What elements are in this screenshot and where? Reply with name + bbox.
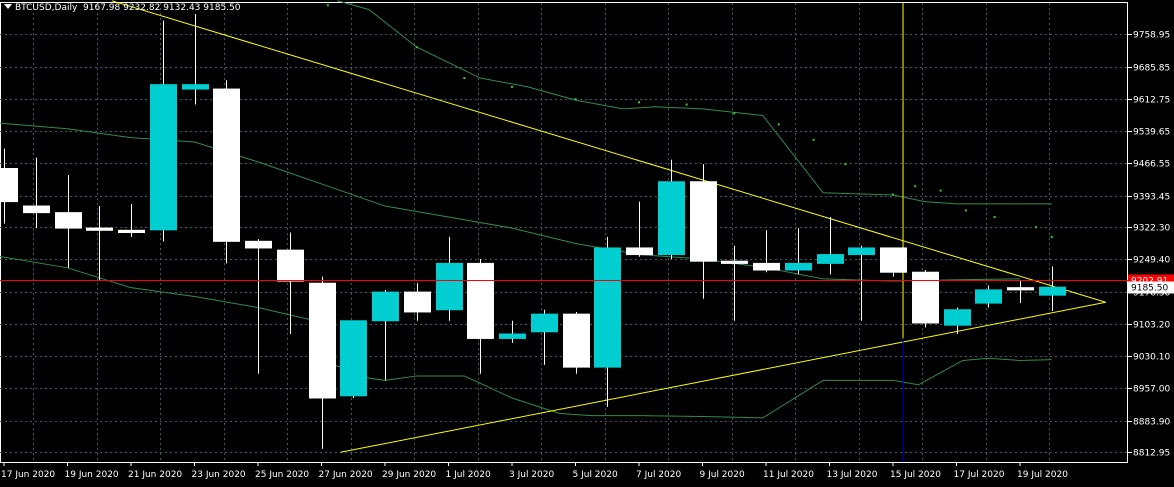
x-tick-label: 29 Jun 2020	[382, 470, 436, 480]
candle-body	[499, 333, 526, 339]
signal-dot	[638, 101, 640, 104]
y-tick-label: 9466.55	[1133, 160, 1170, 170]
x-tick-label: 17 Jul 2020	[954, 470, 1005, 480]
x-tick-label: 5 Jul 2020	[573, 470, 618, 480]
candle-body	[1007, 287, 1034, 291]
symbol-name: BTCUSD,Daily	[15, 3, 78, 13]
candle-body	[213, 88, 240, 242]
candle-body	[1039, 286, 1066, 296]
candle-body	[690, 181, 717, 262]
y-tick-label: 8957.00	[1133, 385, 1170, 395]
candle-body	[404, 291, 431, 313]
candle-body	[150, 84, 177, 231]
candle-body	[277, 249, 304, 282]
candle-body	[658, 181, 685, 256]
candle-body	[944, 309, 971, 326]
candle-body	[467, 262, 494, 339]
signal-dot	[812, 138, 815, 141]
candle-body	[245, 240, 272, 249]
candle-body	[753, 262, 780, 271]
candle-body	[817, 254, 844, 264]
x-tick-label: 13 Jul 2020	[827, 470, 878, 480]
signal-dot	[574, 98, 577, 101]
chart: 9758.95 9685.85 9612.75 9539.65 9466.55 9393.…	[0, 0, 1174, 487]
x-tick-label: 15 Jul 2020	[890, 470, 941, 480]
candle-body	[86, 227, 113, 231]
candle-body	[721, 260, 748, 264]
candle-body	[912, 271, 939, 324]
symbol-header: BTCUSD,Daily 9167.98 9232.82 9132.43 918…	[4, 3, 240, 13]
y-tick-label: 9685.85	[1133, 64, 1170, 74]
candle-body	[0, 168, 18, 203]
x-tick-label: 21 Jun 2020	[128, 470, 182, 480]
y-tick-label: 9103.20	[1133, 321, 1170, 331]
signal-dot	[415, 46, 418, 49]
signal-dot	[1050, 235, 1053, 238]
y-tick-label: 9322.30	[1133, 224, 1170, 234]
candle-body	[626, 247, 653, 256]
candle-body	[23, 205, 50, 214]
x-tick-label: 7 Jul 2020	[636, 470, 681, 480]
signal-dot	[685, 103, 688, 106]
y-tick-label: 9393.45	[1133, 193, 1170, 203]
signal-dot	[326, 4, 329, 7]
candle-body	[975, 289, 1002, 304]
candle-body	[785, 262, 812, 271]
plot-frame	[0, 2, 1128, 463]
candle-body	[340, 320, 367, 397]
signal-dot	[1034, 226, 1037, 229]
x-tick-label: 9 Jul 2020	[700, 470, 745, 480]
chart-svg: 9758.95 9685.85 9612.75 9539.65 9466.55 9393.…	[0, 0, 1174, 480]
candle-body	[880, 247, 907, 273]
candle-body	[182, 84, 209, 90]
y-tick-label: 9249.40	[1133, 256, 1170, 266]
x-tick-label: 1 Jul 2020	[446, 470, 491, 480]
y-tick-label: 9758.95	[1133, 31, 1170, 41]
x-tick-label: 19 Jul 2020	[1017, 470, 1068, 480]
signal-dot	[892, 193, 894, 196]
ma-upper-line	[337, 0, 1052, 205]
y-tick-label: 9539.65	[1133, 128, 1170, 138]
menu-triangle-icon[interactable]	[4, 4, 12, 9]
candle-body	[848, 247, 875, 256]
signal-dot	[777, 123, 780, 126]
signal-dot	[993, 216, 996, 219]
ohlc-readout: 9167.98 9232.82 9132.43 9185.50	[83, 3, 241, 13]
candle-body	[118, 229, 145, 234]
candle-body	[531, 313, 558, 333]
candle-body	[372, 291, 399, 322]
y-tick-label: 8883.90	[1133, 418, 1170, 428]
y-tick-label: 8812.95	[1133, 449, 1170, 459]
x-tick-label: 17 Jun 2020	[1, 470, 55, 480]
signal-dot	[965, 209, 968, 212]
signal-dot	[939, 189, 942, 192]
x-tick-label: 3 Jul 2020	[509, 470, 554, 480]
candle-body	[55, 212, 82, 229]
candle-body	[309, 282, 336, 399]
y-tick-label: 9030.10	[1133, 353, 1170, 363]
signal-dot	[511, 85, 513, 88]
x-tick-label: 19 Jun 2020	[65, 470, 119, 480]
candle-body	[436, 262, 463, 311]
x-tick-label: 27 Jun 2020	[319, 470, 373, 480]
x-tick-label: 11 Jul 2020	[763, 470, 814, 480]
x-tick-label: 23 Jun 2020	[192, 470, 246, 480]
candle-body	[594, 247, 621, 368]
signal-dot	[844, 163, 847, 166]
x-tick-label: 25 Jun 2020	[255, 470, 309, 480]
signal-dot	[914, 185, 917, 188]
signal-dot	[733, 112, 736, 115]
signal-dot	[463, 77, 466, 80]
candle-body	[563, 313, 590, 368]
current-price-label: 9185.50	[1131, 284, 1168, 294]
y-tick-label: 9612.75	[1133, 96, 1170, 106]
